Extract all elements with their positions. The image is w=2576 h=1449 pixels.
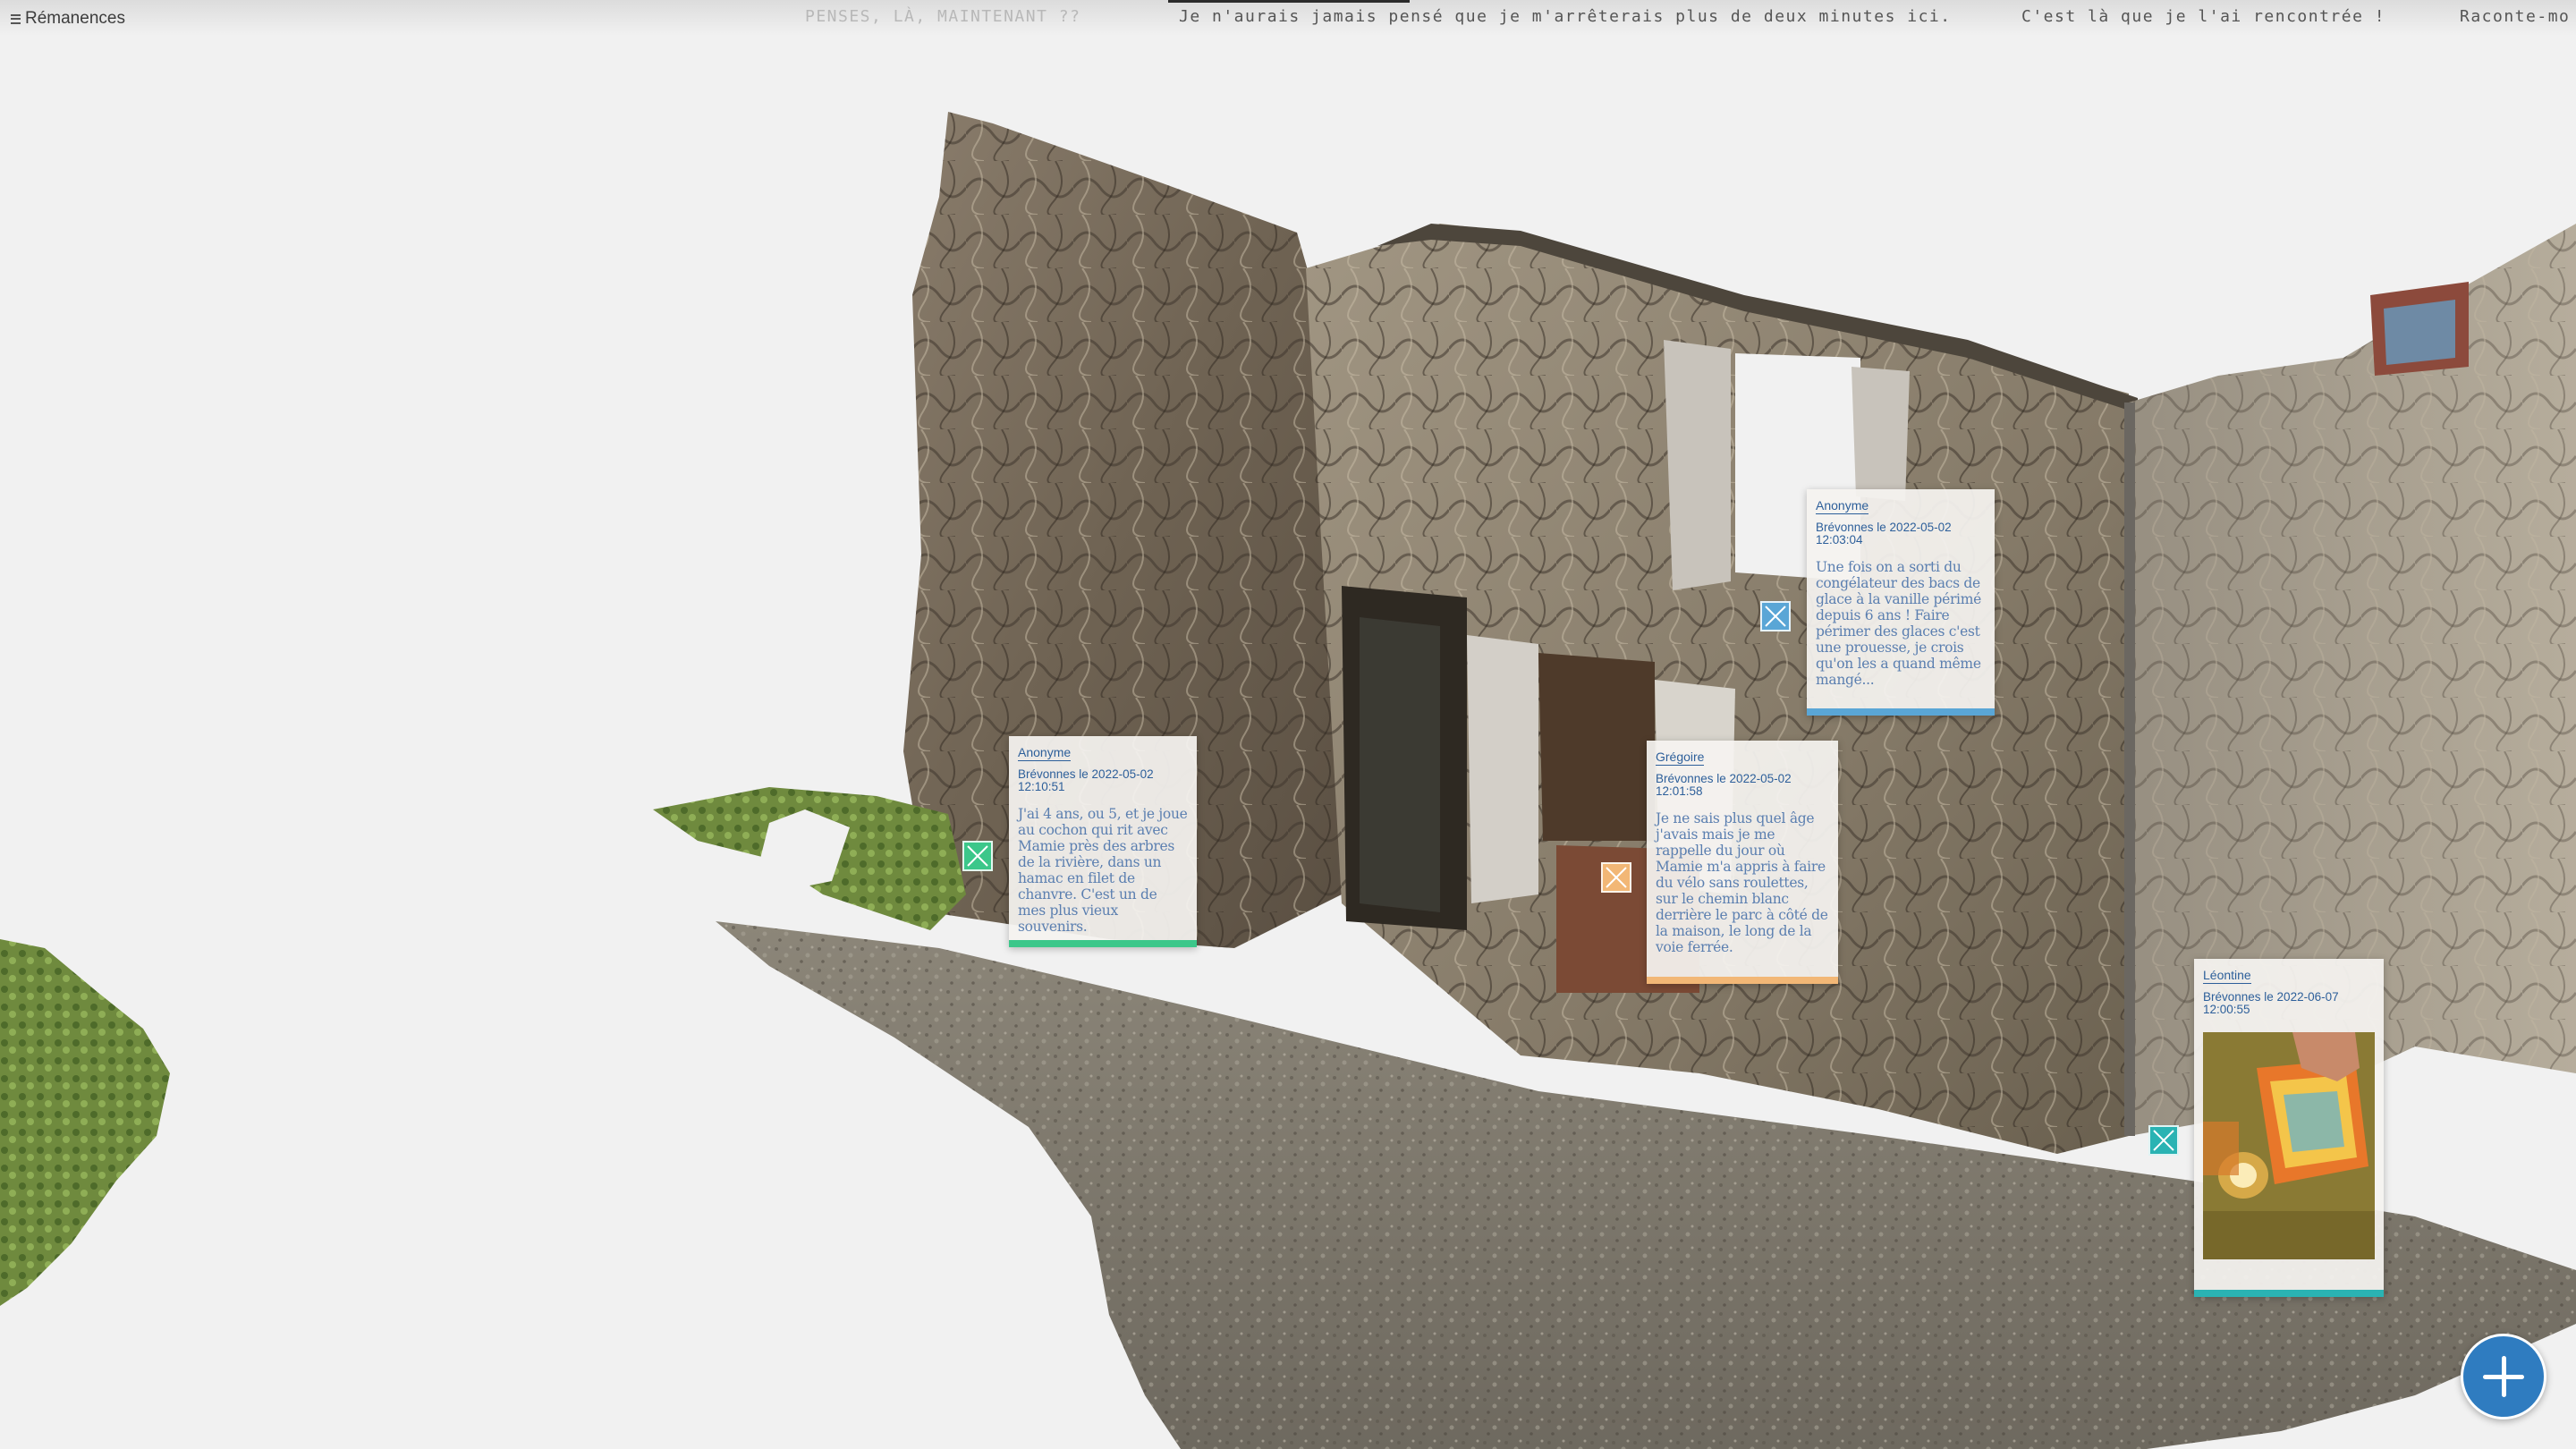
- ticker-item[interactable]: C'est là que je l'ai rencontrée !: [2021, 7, 2385, 29]
- marker-cross-icon: [1765, 606, 1786, 627]
- card-text: Je ne sais plus quel âge j'avais mais je…: [1656, 810, 1828, 955]
- marker-cross-icon: [1606, 867, 1627, 888]
- hamburger-icon[interactable]: [11, 13, 21, 24]
- card-accent-bar: [1009, 940, 1197, 947]
- memory-marker[interactable]: [1760, 601, 1791, 631]
- memory-marker[interactable]: [2148, 1125, 2179, 1156]
- card-author[interactable]: Léontine: [2203, 968, 2251, 984]
- memory-marker[interactable]: [962, 841, 993, 871]
- memory-card[interactable]: Anonyme Brévonnes le 2022-05-02 12:10:51…: [1009, 736, 1197, 947]
- card-date: Brévonnes le 2022-05-02 12:10:51: [1018, 767, 1154, 793]
- 3d-scene-viewport[interactable]: [0, 0, 2576, 1449]
- card-date: Brévonnes le 2022-05-02 12:03:04: [1816, 521, 1952, 547]
- board-game-photo: [2203, 1032, 2375, 1259]
- card-text: J'ai 4 ans, ou 5, et je joue au cochon q…: [1018, 806, 1188, 935]
- card-author[interactable]: Grégoire: [1656, 750, 1705, 766]
- card-author[interactable]: Anonyme: [1816, 498, 1869, 514]
- card-text: Une fois on a sorti du congélateur des b…: [1816, 559, 1981, 688]
- card-date: Brévonnes le 2022-06-07 12:00:55: [2203, 990, 2339, 1016]
- app-menu-button[interactable]: Rémanences: [11, 8, 125, 30]
- ticker-item[interactable]: PENSES, LÀ, MAINTENANT ??: [805, 7, 1080, 29]
- memory-card[interactable]: Grégoire Brévonnes le 2022-05-02 12:01:5…: [1647, 741, 1838, 984]
- card-accent-bar: [2194, 1290, 2384, 1297]
- memory-marker[interactable]: [1601, 862, 1631, 893]
- marker-cross-icon: [2153, 1130, 2174, 1151]
- app-title: Rémanences: [25, 9, 125, 28]
- ticker-indicator: [1168, 0, 1410, 3]
- card-photo[interactable]: [2203, 1032, 2375, 1259]
- top-bar: Rémanences PENSES, LÀ, MAINTENANT ?? Je …: [0, 0, 2576, 36]
- memory-card[interactable]: Léontine Brévonnes le 2022-06-07 12:00:5…: [2194, 959, 2384, 1297]
- marker-cross-icon: [967, 845, 988, 867]
- memory-card[interactable]: Anonyme Brévonnes le 2022-05-02 12:03:04…: [1807, 489, 1995, 716]
- scanned-building-model: [0, 112, 2576, 1449]
- add-memory-button[interactable]: [2461, 1334, 2546, 1419]
- card-author[interactable]: Anonyme: [1018, 745, 1072, 761]
- card-accent-bar: [1807, 708, 1995, 716]
- card-accent-bar: [1647, 977, 1838, 984]
- card-date: Brévonnes le 2022-05-02 12:01:58: [1656, 772, 1792, 798]
- ticker-item[interactable]: Raconte-mo: [2460, 7, 2570, 29]
- ticker-item[interactable]: Je n'aurais jamais pensé que je m'arrête…: [1179, 7, 1952, 29]
